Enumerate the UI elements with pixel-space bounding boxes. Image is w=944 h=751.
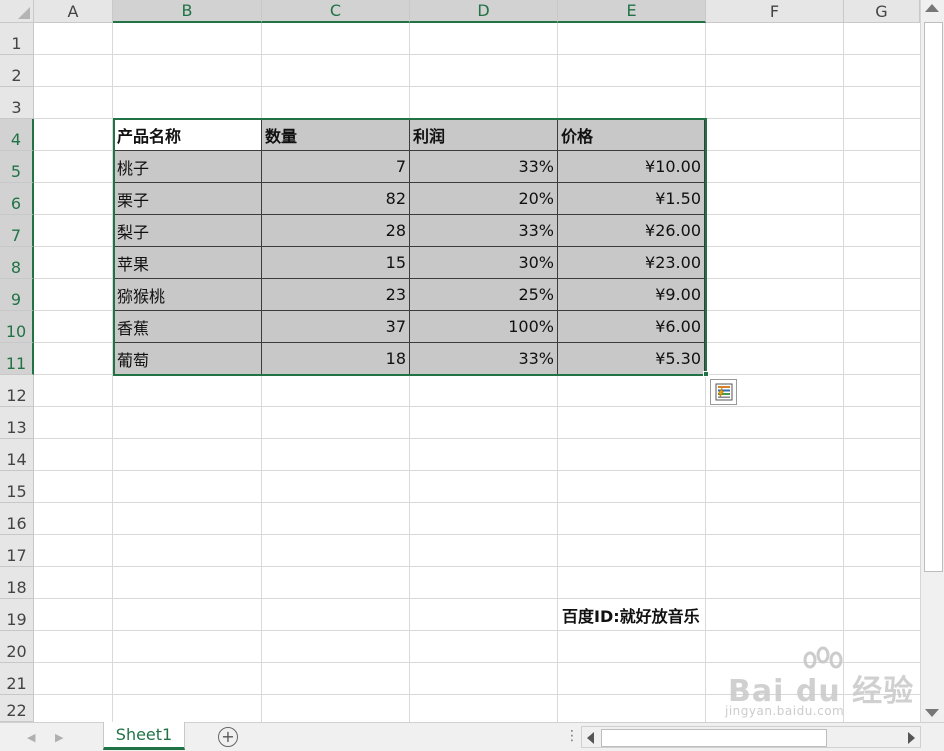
tab-split-handle-icon[interactable]: ⋮ [565, 728, 579, 744]
row-header-17[interactable]: 17 [0, 535, 34, 567]
table-cell[interactable]: 15 [262, 247, 410, 279]
quick-analysis-icon [715, 383, 732, 401]
row-header-14[interactable]: 14 [0, 439, 34, 471]
quick-analysis-button[interactable] [710, 379, 737, 405]
table-cell[interactable]: 82 [262, 183, 410, 215]
table-cell[interactable]: 栗子 [114, 183, 262, 215]
table-cell[interactable]: 28 [262, 215, 410, 247]
table-cell[interactable]: ¥5.30 [558, 343, 705, 375]
table-cell[interactable]: 25% [410, 279, 558, 311]
row-header-5[interactable]: 5 [0, 151, 34, 183]
table-cell[interactable]: 桃子 [114, 151, 262, 183]
column-header-g[interactable]: G [844, 0, 920, 23]
select-all-corner[interactable] [0, 0, 34, 23]
row-header-7[interactable]: 7 [0, 215, 34, 247]
table-cell[interactable]: 20% [410, 183, 558, 215]
table-header-cell[interactable]: 利润 [410, 119, 558, 151]
column-header-e[interactable]: E [558, 0, 706, 23]
row-header-11[interactable]: 11 [0, 343, 34, 375]
table-cell[interactable]: 香蕉 [114, 311, 262, 343]
fill-handle[interactable] [703, 371, 709, 377]
table-cell[interactable]: 33% [410, 215, 558, 247]
column-header-c[interactable]: C [262, 0, 410, 23]
table-cell[interactable]: 100% [410, 311, 558, 343]
table-cell[interactable]: 23 [262, 279, 410, 311]
row-header-4[interactable]: 4 [0, 119, 34, 151]
row-header-1[interactable]: 1 [0, 23, 34, 55]
table-cell[interactable]: ¥1.50 [558, 183, 705, 215]
horizontal-scrollbar[interactable] [581, 726, 921, 748]
row-header-6[interactable]: 6 [0, 183, 34, 215]
row-header-16[interactable]: 16 [0, 503, 34, 535]
row-header-22[interactable]: 22 [0, 695, 34, 722]
row-header-19[interactable]: 19 [0, 599, 34, 631]
row-header-18[interactable]: 18 [0, 567, 34, 599]
cell-note-text[interactable]: 百度ID:就好放音乐 [562, 603, 700, 627]
table-cell[interactable]: 葡萄 [114, 343, 262, 375]
horizontal-scroll-thumb[interactable] [601, 729, 827, 747]
row-header-9[interactable]: 9 [0, 279, 34, 311]
vertical-scrollbar[interactable] [920, 0, 944, 722]
table-cell[interactable]: 33% [410, 343, 558, 375]
next-sheet-icon[interactable]: ▶ [55, 731, 63, 744]
column-header-b[interactable]: B [113, 0, 262, 23]
scroll-up-icon[interactable] [925, 4, 939, 12]
row-header-2[interactable]: 2 [0, 55, 34, 87]
row-header-13[interactable]: 13 [0, 407, 34, 439]
row-header-21[interactable]: 21 [0, 663, 34, 695]
select-all-triangle-icon [18, 7, 30, 19]
table-cell[interactable]: 37 [262, 311, 410, 343]
table-cell[interactable]: 18 [262, 343, 410, 375]
row-header-3[interactable]: 3 [0, 87, 34, 119]
table-header-cell[interactable]: 价格 [558, 119, 705, 151]
column-header-f[interactable]: F [706, 0, 844, 23]
row-header-15[interactable]: 15 [0, 471, 34, 503]
row-header-10[interactable]: 10 [0, 311, 34, 343]
table-cell[interactable]: 梨子 [114, 215, 262, 247]
row-header-12[interactable]: 12 [0, 375, 34, 407]
sheet-tab-sheet1[interactable]: Sheet1 [103, 722, 185, 750]
table-cell[interactable]: 7 [262, 151, 410, 183]
vertical-scroll-thumb[interactable] [924, 22, 943, 572]
row-header-8[interactable]: 8 [0, 247, 34, 279]
table-cell[interactable]: ¥9.00 [558, 279, 705, 311]
table-cell[interactable]: 33% [410, 151, 558, 183]
row-header-20[interactable]: 20 [0, 631, 34, 663]
column-header-d[interactable]: D [410, 0, 558, 23]
table-cell[interactable]: 30% [410, 247, 558, 279]
scroll-down-icon[interactable] [925, 709, 939, 717]
table-cell[interactable]: ¥26.00 [558, 215, 705, 247]
table-cell[interactable]: ¥6.00 [558, 311, 705, 343]
table-cell[interactable]: 猕猴桃 [114, 279, 262, 311]
table-cell[interactable]: 苹果 [114, 247, 262, 279]
column-header-a[interactable]: A [34, 0, 113, 23]
add-sheet-icon[interactable]: + [218, 727, 238, 747]
scroll-right-icon[interactable] [908, 732, 915, 744]
sheet-tab-bar: ◀ ▶ Sheet1 + ⋮ [0, 722, 944, 751]
table-header-cell[interactable]: 数量 [262, 119, 410, 151]
prev-sheet-icon[interactable]: ◀ [27, 731, 35, 744]
table-cell[interactable]: ¥10.00 [558, 151, 705, 183]
table-header-cell[interactable]: 产品名称 [114, 119, 262, 151]
table-cell[interactable]: ¥23.00 [558, 247, 705, 279]
scroll-left-icon[interactable] [587, 732, 594, 744]
resize-corner [924, 726, 944, 751]
